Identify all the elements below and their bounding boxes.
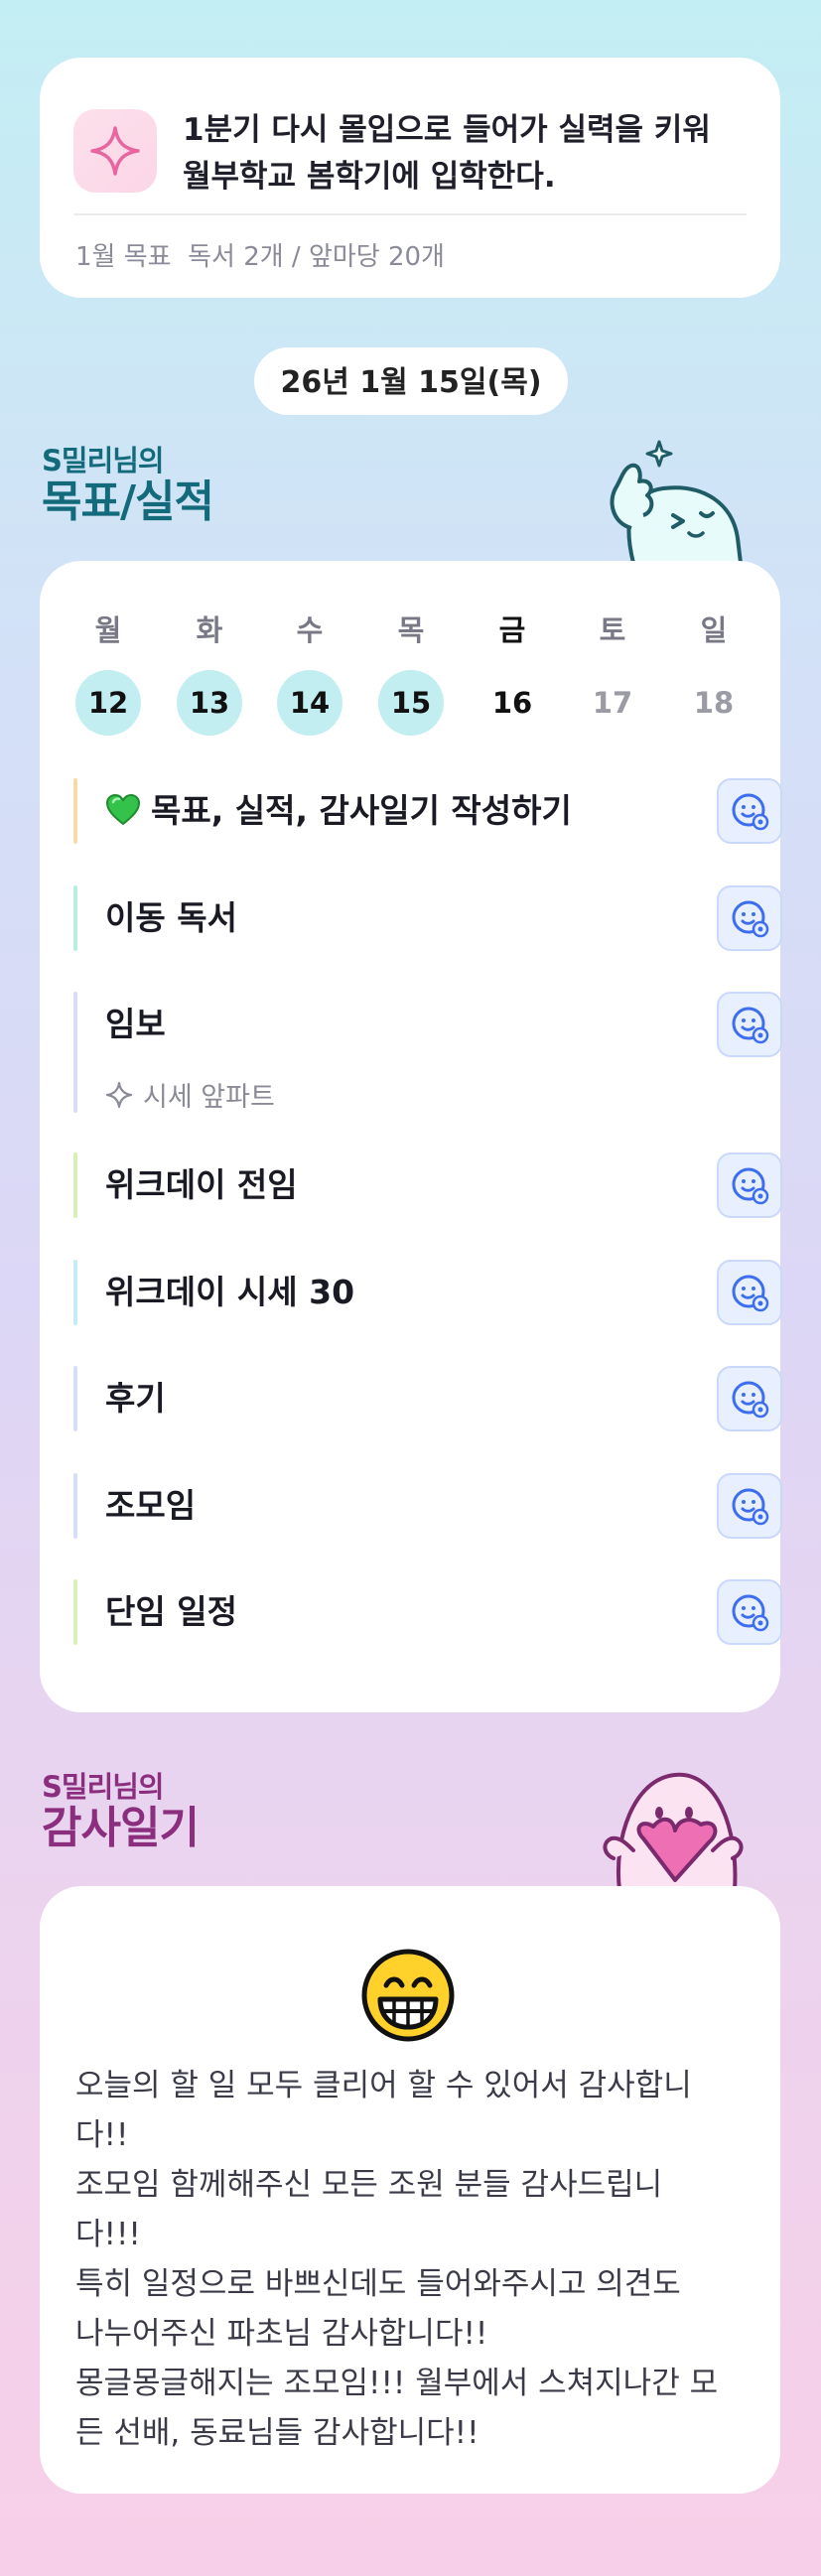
task-color-bar xyxy=(73,992,77,1113)
day-name: 월 xyxy=(94,613,122,647)
day-fri[interactable]: 금 16 xyxy=(478,610,547,736)
day-sat[interactable]: 토 17 xyxy=(578,610,647,736)
day-tue[interactable]: 화 13 xyxy=(175,610,244,736)
day-date: 16 xyxy=(491,686,533,720)
main-goal-line: 1분기 다시 몰입으로 들어가 실력을 키워 xyxy=(183,112,711,148)
gratitude-line: 몽글몽글해지는 조모임!!! 월부에서 스쳐지나간 모 xyxy=(75,2366,719,2401)
task-sub-label: 시세 앞파트 xyxy=(143,1082,275,1113)
task-color-bar xyxy=(73,778,77,844)
gratitude-line: 다!! xyxy=(75,2117,129,2153)
add-reaction-icon xyxy=(732,1007,769,1044)
date-pill[interactable]: 26년 1월 15일(목) xyxy=(254,347,568,415)
goals-card: 월 12 화 13 수 14 목 15 금 16 토 17 일 18 목표, 실… xyxy=(40,561,782,1712)
gratitude-card[interactable]: 오늘의 할 일 모두 클리어 할 수 있어서 감사합니 다!! 조모임 함께해주… xyxy=(40,1886,780,2494)
task-label: 목표, 실적, 감사일기 작성하기 xyxy=(105,778,572,844)
gratitude-line: 다!!! xyxy=(75,2217,141,2252)
day-wed[interactable]: 수 14 xyxy=(275,610,344,736)
gratitude-line: 나누어주신 파초님 감사합니다!! xyxy=(75,2316,488,2352)
emoji-reaction-button[interactable] xyxy=(717,778,782,844)
section-title: 감사일기 xyxy=(42,1803,200,1853)
gratitude-line: 오늘의 할 일 모두 클리어 할 수 있어서 감사합니 xyxy=(75,2068,692,2103)
emoji-reaction-button[interactable] xyxy=(717,1152,782,1218)
day-date: 18 xyxy=(693,686,735,720)
task-label: 조모임 xyxy=(105,1486,197,1525)
task-label: 후기 xyxy=(105,1379,166,1418)
task-color-bar xyxy=(73,885,77,951)
task-color-bar xyxy=(73,1152,77,1218)
main-goal-text: 1분기 다시 몰입으로 들어가 실력을 키워 월부학교 봄학기에 입학한다. xyxy=(183,107,749,201)
task-label: 이동 독서 xyxy=(105,898,237,937)
emoji-reaction-button[interactable] xyxy=(717,1579,782,1645)
thumbs-up-mascot-icon xyxy=(594,434,744,567)
sparkle-icon xyxy=(73,109,157,193)
gratitude-line: 특히 일정으로 바쁘신데도 들어와주시고 의견도 xyxy=(75,2266,681,2302)
day-name: 일 xyxy=(700,613,728,647)
task-label: 단임 일정 xyxy=(105,1592,237,1631)
gratitude-text: 오늘의 할 일 모두 클리어 할 수 있어서 감사합니 다!! 조모임 함께해주… xyxy=(75,2061,751,2458)
add-reaction-icon xyxy=(732,1167,769,1205)
task-label: 임보 xyxy=(105,1005,166,1043)
task-color-bar xyxy=(73,1366,77,1431)
day-mon[interactable]: 월 12 xyxy=(73,610,143,736)
day-thu[interactable]: 목 15 xyxy=(376,610,446,736)
day-date: 17 xyxy=(592,686,633,720)
day-date: 14 xyxy=(277,670,342,736)
section-subtitle: S밀리님의 xyxy=(42,1770,165,1804)
day-sun[interactable]: 일 18 xyxy=(679,610,749,736)
add-reaction-icon xyxy=(732,1275,769,1312)
main-goal-card[interactable]: 1분기 다시 몰입으로 들어가 실력을 키워 월부학교 봄학기에 입학한다. 1… xyxy=(40,58,780,298)
task-color-bar xyxy=(73,1579,77,1645)
green-heart-icon xyxy=(105,782,141,848)
gratitude-line: 조모임 함께해주신 모든 조원 분들 감사드립니 xyxy=(75,2167,663,2203)
day-date: 13 xyxy=(177,670,242,736)
day-name: 토 xyxy=(599,613,626,647)
day-date: 12 xyxy=(75,670,141,736)
section-subtitle: S밀리님의 xyxy=(42,444,165,477)
day-name: 화 xyxy=(196,613,223,647)
add-reaction-icon xyxy=(732,1381,769,1419)
main-goal-line: 월부학교 봄학기에 입학한다. xyxy=(183,159,556,195)
add-reaction-icon xyxy=(732,1594,769,1632)
grinning-face-icon xyxy=(360,1948,456,2043)
section-title: 목표/실적 xyxy=(42,476,214,527)
emoji-reaction-button[interactable] xyxy=(717,992,782,1057)
divider xyxy=(73,213,747,215)
gratitude-line: 든 선배, 동료님들 감사합니다!! xyxy=(75,2415,479,2451)
emoji-reaction-button[interactable] xyxy=(717,1366,782,1431)
day-name: 금 xyxy=(498,613,526,647)
task-label-text: 목표, 실적, 감사일기 작성하기 xyxy=(151,791,572,830)
task-sub-item[interactable]: 시세 앞파트 xyxy=(105,1075,275,1114)
emoji-reaction-button[interactable] xyxy=(717,1260,782,1325)
add-reaction-icon xyxy=(732,900,769,938)
day-name: 수 xyxy=(296,613,324,647)
goals-section-title: S밀리님의 목표/실적 xyxy=(42,444,214,528)
emoji-reaction-button[interactable] xyxy=(717,1473,782,1539)
add-reaction-icon xyxy=(732,1488,769,1526)
task-color-bar xyxy=(73,1260,77,1325)
day-name: 목 xyxy=(397,613,425,647)
day-date: 15 xyxy=(378,670,444,736)
add-reaction-icon xyxy=(732,793,769,831)
monthly-goal: 1월 목표 독서 2개 / 앞마당 20개 xyxy=(75,242,445,272)
gratitude-section-title: S밀리님의 감사일기 xyxy=(42,1770,200,1854)
heart-hug-mascot-icon xyxy=(594,1759,753,1894)
task-label: 위크데이 전임 xyxy=(105,1165,298,1204)
sparkle-icon xyxy=(105,1081,133,1108)
task-color-bar xyxy=(73,1473,77,1539)
task-label: 위크데이 시세 30 xyxy=(105,1273,355,1311)
emoji-reaction-button[interactable] xyxy=(717,885,782,951)
